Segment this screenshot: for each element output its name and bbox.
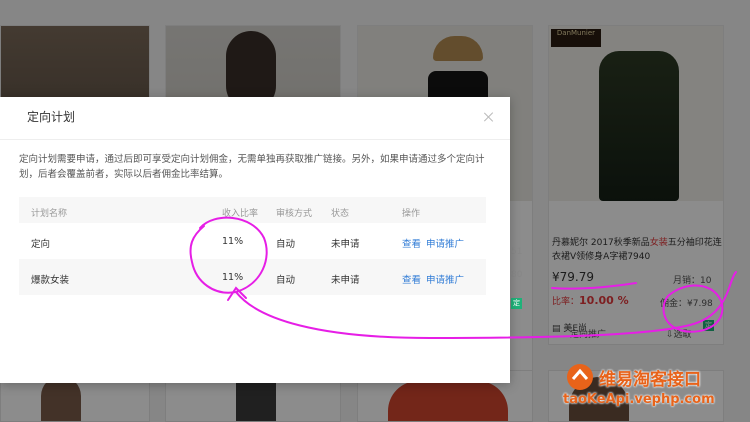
plan-name: 定向 bbox=[31, 239, 51, 250]
plan-review: 自动 bbox=[276, 239, 296, 250]
col-income-rate: 收入比率 bbox=[222, 209, 259, 219]
table-row: 爆款女装 11% 自动 未申请 查看 申请推广 bbox=[19, 259, 486, 295]
dialog-description: 定向计划需要申请，通过后即可享受定向计划佣金，无需单独再获取推广链接。另外，如果… bbox=[19, 154, 485, 180]
plan-review: 自动 bbox=[276, 275, 296, 286]
watermark-url: taoKeApi.vephp.com bbox=[563, 392, 715, 407]
plan-status: 未申请 bbox=[331, 275, 360, 286]
col-actions: 操作 bbox=[402, 209, 421, 219]
divider bbox=[0, 139, 510, 140]
col-review-method: 审核方式 bbox=[276, 209, 313, 219]
table-header: 计划名称 收入比率 审核方式 状态 操作 bbox=[19, 197, 486, 223]
col-status: 状态 bbox=[331, 209, 350, 219]
col-plan-name: 计划名称 bbox=[31, 209, 68, 219]
view-link[interactable]: 查看 bbox=[402, 272, 421, 286]
watermark-logo-icon bbox=[567, 364, 593, 390]
plan-name: 爆款女装 bbox=[31, 275, 70, 286]
partial-value: 51 bbox=[511, 247, 523, 257]
plan-rate: 11% bbox=[222, 236, 244, 247]
dialog-title: 定向计划 bbox=[27, 110, 76, 124]
partial-value: 80 bbox=[511, 270, 523, 280]
apply-promotion-link[interactable]: 申请推广 bbox=[426, 236, 464, 250]
targeted-plan-dialog: 定向计划 定向计划需要申请，通过后即可享受定向计划佣金，无需单独再获取推广链接。… bbox=[0, 97, 510, 383]
watermark-brand: 维易淘客接口 bbox=[599, 370, 701, 390]
partial-ding-badge: 定 bbox=[511, 298, 522, 309]
plan-rate: 11% bbox=[222, 272, 244, 283]
close-icon[interactable] bbox=[483, 111, 495, 123]
plan-status: 未申请 bbox=[331, 239, 360, 250]
apply-promotion-link[interactable]: 申请推广 bbox=[426, 272, 464, 286]
view-link[interactable]: 查看 bbox=[402, 236, 421, 250]
table-row: 定向 11% 自动 未申请 查看 申请推广 bbox=[19, 223, 486, 259]
